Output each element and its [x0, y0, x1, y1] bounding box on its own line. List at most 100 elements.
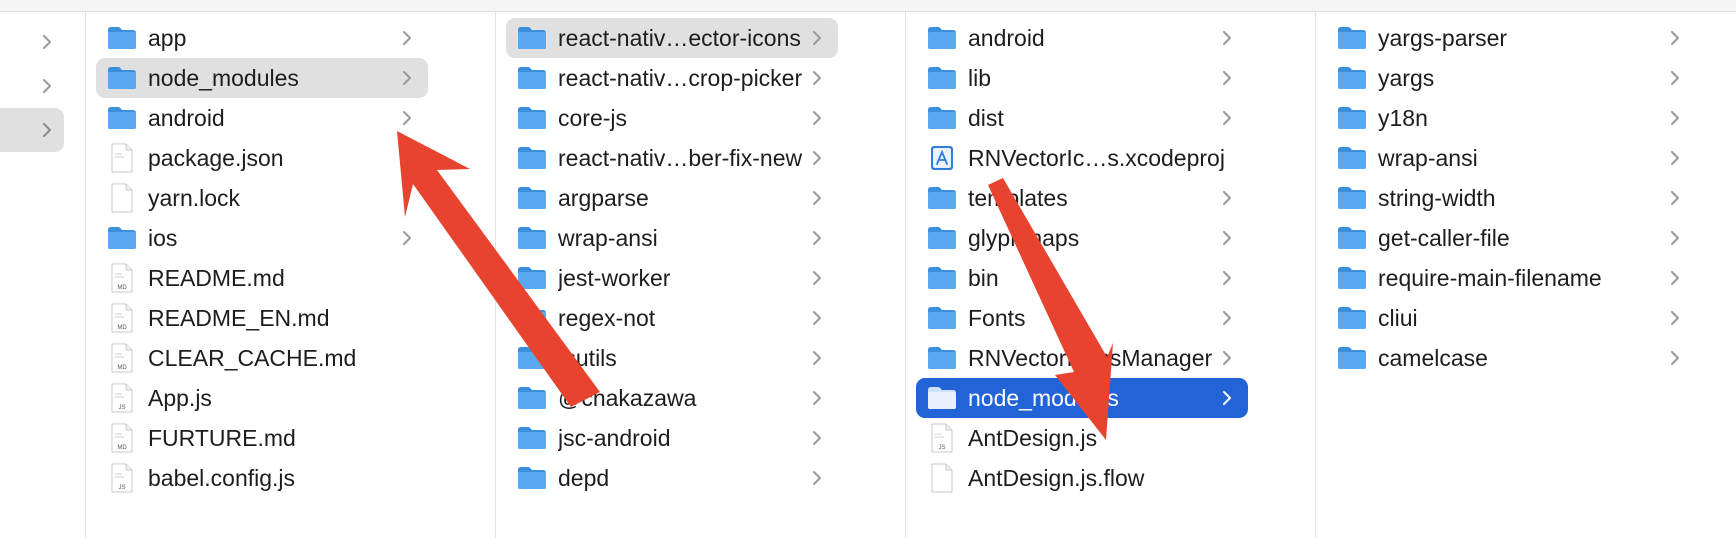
- folder-icon: [927, 104, 957, 132]
- folder-icon: [517, 104, 547, 132]
- folder-row-fonts[interactable]: Fonts: [916, 298, 1248, 338]
- folder-row-cnakazawa[interactable]: @cnakazawa: [506, 378, 838, 418]
- folder-row-regex-not[interactable]: regex-not: [506, 298, 838, 338]
- chevron-right-icon: [1218, 390, 1236, 406]
- folder-row-y18n[interactable]: y18n: [1326, 98, 1696, 138]
- item-label: node_modules: [968, 384, 1119, 411]
- svg-text:JS: JS: [118, 405, 125, 411]
- folder-row-lib[interactable]: lib: [916, 58, 1248, 98]
- chevron-right-icon: [1218, 190, 1236, 206]
- item-label: depd: [558, 464, 610, 491]
- folder-row-cliui[interactable]: cliui: [1326, 298, 1696, 338]
- folder-icon: [107, 104, 137, 132]
- file-row-clear-cache-md[interactable]: MD CLEAR_CACHE.md: [96, 338, 428, 378]
- folder-row-jest-worker[interactable]: jest-worker: [506, 258, 838, 298]
- chevron-right-icon: [1666, 70, 1684, 86]
- folder-row-wrap-ansi[interactable]: wrap-ansi: [506, 218, 838, 258]
- svg-text:MD: MD: [117, 365, 127, 371]
- item-label: Fonts: [968, 304, 1026, 331]
- folder-row-tsutils[interactable]: tsutils: [506, 338, 838, 378]
- folder-row-argparse[interactable]: argparse: [506, 178, 838, 218]
- blank-document-icon: [107, 183, 137, 213]
- svg-text:JS: JS: [938, 445, 945, 451]
- file-row-furture-md[interactable]: MD FURTURE.md: [96, 418, 428, 458]
- folder-row-react-nativ-ector-icons[interactable]: react-nativ…ector-icons: [506, 18, 838, 58]
- folder-row-node-modules[interactable]: node_modules: [96, 58, 428, 98]
- file-row-rnvectoric-s-xcodeproj[interactable]: RNVectorIc…s.xcodeproj: [916, 138, 1248, 178]
- folder-icon: [517, 224, 547, 252]
- item-label: string-width: [1378, 184, 1496, 211]
- folder-icon: [107, 64, 137, 92]
- file-row-package-json[interactable]: package.json: [96, 138, 428, 178]
- folder-row-app[interactable]: app: [96, 18, 428, 58]
- folder-row-yargs-parser[interactable]: yargs-parser: [1326, 18, 1696, 58]
- folder-row-bin[interactable]: bin: [916, 258, 1248, 298]
- folder-row-rnvectoriconsmanager[interactable]: RNVectorIconsManager: [916, 338, 1248, 378]
- file-row-antdesign-js[interactable]: JS AntDesign.js: [916, 418, 1248, 458]
- chevron-right-icon: [398, 70, 416, 86]
- folder-row-camelcase[interactable]: camelcase: [1326, 338, 1696, 378]
- item-label: App.js: [148, 384, 212, 411]
- column-4: yargs-parser yargs y18n wrap-ansi string…: [1316, 12, 1736, 538]
- chevron-right-icon: [1218, 30, 1236, 46]
- svg-text:MD: MD: [117, 325, 127, 331]
- item-label: AntDesign.js: [968, 424, 1098, 451]
- file-row-babel-config-js[interactable]: JS babel.config.js: [96, 458, 428, 498]
- folder-row-wrap-ansi[interactable]: wrap-ansi: [1326, 138, 1696, 178]
- chevron-right-icon[interactable]: [38, 20, 56, 64]
- item-label: templates: [968, 184, 1068, 211]
- folder-row-depd[interactable]: depd: [506, 458, 838, 498]
- folder-row-string-width[interactable]: string-width: [1326, 178, 1696, 218]
- item-label: regex-not: [558, 304, 656, 331]
- js-document-icon: JS: [107, 383, 137, 413]
- file-row-readme-en-md[interactable]: MD README_EN.md: [96, 298, 428, 338]
- item-label: babel.config.js: [148, 464, 296, 491]
- folder-row-android[interactable]: android: [96, 98, 428, 138]
- svg-text:MD: MD: [117, 285, 127, 291]
- item-label: tsutils: [558, 344, 617, 371]
- folder-icon: [517, 184, 547, 212]
- js-document-icon: JS: [107, 463, 137, 493]
- folder-row-ios[interactable]: ios: [96, 218, 428, 258]
- chevron-right-icon[interactable]: [38, 64, 56, 108]
- folder-icon: [517, 144, 547, 172]
- folder-row-android[interactable]: android: [916, 18, 1248, 58]
- chevron-right-icon: [1218, 350, 1236, 366]
- chevron-right-icon: [808, 350, 826, 366]
- folder-icon: [1337, 144, 1367, 172]
- item-label: dist: [968, 104, 1004, 131]
- item-label: android: [148, 104, 225, 131]
- item-label: jsc-android: [558, 424, 671, 451]
- folder-row-yargs[interactable]: yargs: [1326, 58, 1696, 98]
- chevron-right-icon[interactable]: [38, 108, 56, 152]
- chevron-right-icon: [398, 110, 416, 126]
- item-label: lib: [968, 64, 992, 91]
- folder-row-core-js[interactable]: core-js: [506, 98, 838, 138]
- chevron-right-icon: [1666, 150, 1684, 166]
- file-row-antdesign-js-flow[interactable]: AntDesign.js.flow: [916, 458, 1248, 498]
- folder-icon: [1337, 64, 1367, 92]
- folder-row-jsc-android[interactable]: jsc-android: [506, 418, 838, 458]
- folder-row-react-nativ-crop-picker[interactable]: react-nativ…crop-picker: [506, 58, 838, 98]
- folder-row-get-caller-file[interactable]: get-caller-file: [1326, 218, 1696, 258]
- chevron-right-icon: [1666, 310, 1684, 326]
- item-label: argparse: [558, 184, 649, 211]
- folder-row-react-nativ-ber-fix-new[interactable]: react-nativ…ber-fix-new: [506, 138, 838, 178]
- folder-icon: [1337, 104, 1367, 132]
- item-label: AntDesign.js.flow: [968, 464, 1145, 491]
- folder-row-templates[interactable]: templates: [916, 178, 1248, 218]
- file-row-yarn-lock[interactable]: yarn.lock: [96, 178, 428, 218]
- file-row-app-js[interactable]: JS App.js: [96, 378, 428, 418]
- folder-row-require-main-filename[interactable]: require-main-filename: [1326, 258, 1696, 298]
- folder-row-glyphmaps[interactable]: glyphmaps: [916, 218, 1248, 258]
- file-row-readme-md[interactable]: MD README.md: [96, 258, 428, 298]
- chevron-right-icon: [1218, 270, 1236, 286]
- chevron-right-icon: [1218, 230, 1236, 246]
- folder-icon: [107, 24, 137, 52]
- js-document-icon: JS: [927, 423, 957, 453]
- chevron-right-icon: [808, 150, 826, 166]
- folder-row-dist[interactable]: dist: [916, 98, 1248, 138]
- chevron-right-icon: [1218, 310, 1236, 326]
- folder-row-node-modules[interactable]: node_modules: [916, 378, 1248, 418]
- item-label: y18n: [1378, 104, 1428, 131]
